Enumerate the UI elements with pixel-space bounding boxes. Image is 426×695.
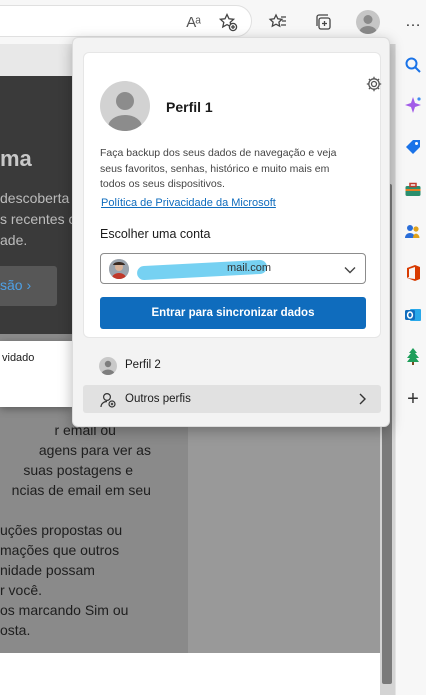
hero-text: descoberta s recentes c ade. bbox=[0, 190, 75, 248]
profile-name: Perfil 1 bbox=[166, 99, 213, 115]
profile-icon bbox=[356, 10, 380, 34]
outlook-icon[interactable] bbox=[404, 306, 422, 324]
profile-button[interactable] bbox=[356, 10, 380, 34]
chevron-right-icon bbox=[355, 392, 369, 406]
content-text: r email ou agens para ver as suas postag… bbox=[0, 422, 151, 638]
read-aloud-glyph: Aᵃ bbox=[186, 13, 201, 31]
other-profiles-item[interactable]: Outros perfis bbox=[83, 385, 381, 413]
profile-flyout: Perfil 1 Faça backup dos seus dados de n… bbox=[72, 37, 390, 427]
favorite-add-icon[interactable] bbox=[216, 10, 240, 34]
add-icon[interactable]: + bbox=[404, 387, 422, 410]
hero-button[interactable]: são › bbox=[0, 266, 57, 306]
read-aloud-icon[interactable]: Aᵃ bbox=[181, 10, 205, 34]
tree-icon[interactable] bbox=[404, 347, 422, 365]
sign-in-sync-button[interactable]: Entrar para sincronizar dados bbox=[100, 297, 366, 329]
toolbox-icon[interactable] bbox=[404, 181, 422, 199]
search-icon[interactable] bbox=[404, 56, 422, 74]
more-glyph: … bbox=[405, 13, 421, 30]
office-icon[interactable] bbox=[404, 264, 422, 282]
chevron-down-icon bbox=[343, 263, 357, 277]
edge-sidebar: + bbox=[395, 44, 426, 695]
more-icon[interactable]: … bbox=[401, 10, 425, 34]
address-bar[interactable] bbox=[0, 5, 252, 37]
people-icon[interactable] bbox=[404, 222, 422, 240]
person-switch-icon bbox=[99, 391, 117, 409]
profile-2-item[interactable]: Perfil 2 bbox=[83, 354, 381, 378]
page-popup-text: vidado bbox=[2, 352, 35, 364]
favorites-icon[interactable] bbox=[266, 10, 290, 34]
avatar bbox=[100, 81, 150, 131]
hero-title: ma bbox=[0, 146, 32, 171]
tag-icon[interactable] bbox=[404, 138, 422, 156]
collections-icon[interactable] bbox=[311, 10, 335, 34]
account-avatar bbox=[109, 259, 129, 279]
gear-icon[interactable] bbox=[365, 75, 383, 93]
profile-2-label: Perfil 2 bbox=[125, 359, 161, 371]
page-popup[interactable]: vidado bbox=[0, 341, 72, 407]
choose-account-label: Escolher uma conta bbox=[100, 227, 211, 241]
privacy-policy-link[interactable]: Política de Privacidade da Microsoft bbox=[101, 197, 276, 209]
backup-description: Faça backup dos seus dados de navegação … bbox=[100, 147, 337, 190]
profile-2-avatar bbox=[99, 357, 117, 375]
copilot-icon[interactable] bbox=[404, 96, 422, 114]
other-profiles-label: Outros perfis bbox=[125, 393, 191, 405]
account-email: mail.com bbox=[227, 262, 272, 274]
add-glyph: + bbox=[407, 387, 419, 410]
account-dropdown[interactable]: mail.com bbox=[100, 253, 366, 284]
profile-card: Perfil 1 Faça backup dos seus dados de n… bbox=[83, 52, 383, 338]
